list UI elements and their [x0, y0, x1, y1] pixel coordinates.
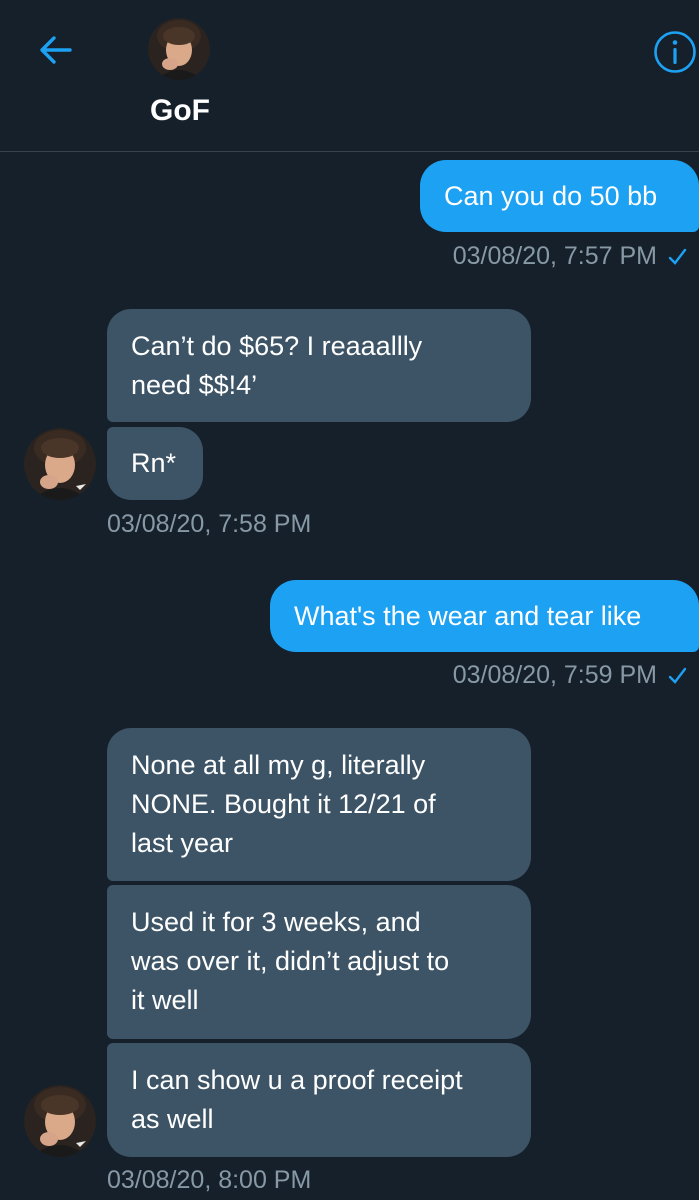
back-button[interactable] — [36, 32, 76, 72]
message-line: Used it for 3 weeks, and — [131, 907, 421, 937]
outgoing-message[interactable]: What's the wear and tear like — [270, 580, 699, 652]
message-line: was over it, didn’t adjust to — [131, 946, 450, 976]
incoming-message[interactable]: Used it for 3 weeks, and was over it, di… — [107, 885, 531, 1039]
message-timestamp: 03/08/20, 8:00 PM — [107, 1166, 312, 1194]
incoming-message[interactable]: I can show u a proof receipt as well — [107, 1043, 531, 1157]
info-button[interactable] — [653, 30, 697, 74]
incoming-message[interactable]: None at all my g, literally NONE. Bought… — [107, 728, 531, 881]
contact-name[interactable]: GoF — [110, 94, 250, 128]
message-line: Can’t do $65? I reaaallly — [131, 331, 423, 361]
message-text: Rn* — [131, 448, 177, 478]
incoming-message[interactable]: Can’t do $65? I reaaallly need $$!4’ — [107, 309, 531, 422]
outgoing-message[interactable]: Can you do 50 bb — [420, 160, 699, 232]
sender-avatar[interactable] — [24, 1085, 96, 1157]
message-timestamp: 03/08/20, 7:59 PM — [453, 661, 687, 693]
message-line: I can show u a proof receipt — [131, 1065, 463, 1095]
checkmark-icon — [667, 664, 687, 693]
message-timestamp: 03/08/20, 7:58 PM — [107, 510, 312, 538]
message-text: Can you do 50 bb — [444, 181, 658, 211]
message-text: What's the wear and tear like — [294, 601, 642, 631]
message-line: NONE. Bought it 12/21 of — [131, 789, 436, 819]
message-line: need $$!4’ — [131, 370, 258, 400]
sender-avatar[interactable] — [24, 428, 96, 500]
conversation-header: GoF — [0, 0, 699, 152]
info-icon — [653, 31, 697, 78]
incoming-message[interactable]: Rn* — [107, 427, 203, 500]
contact-avatar[interactable] — [148, 18, 210, 80]
message-timestamp: 03/08/20, 7:57 PM — [453, 242, 687, 274]
checkmark-icon — [667, 245, 687, 274]
message-line: as well — [131, 1104, 214, 1134]
message-line: it well — [131, 985, 199, 1015]
arrow-left-icon — [38, 32, 74, 73]
message-line: last year — [131, 828, 234, 858]
message-line: None at all my g, literally — [131, 750, 426, 780]
